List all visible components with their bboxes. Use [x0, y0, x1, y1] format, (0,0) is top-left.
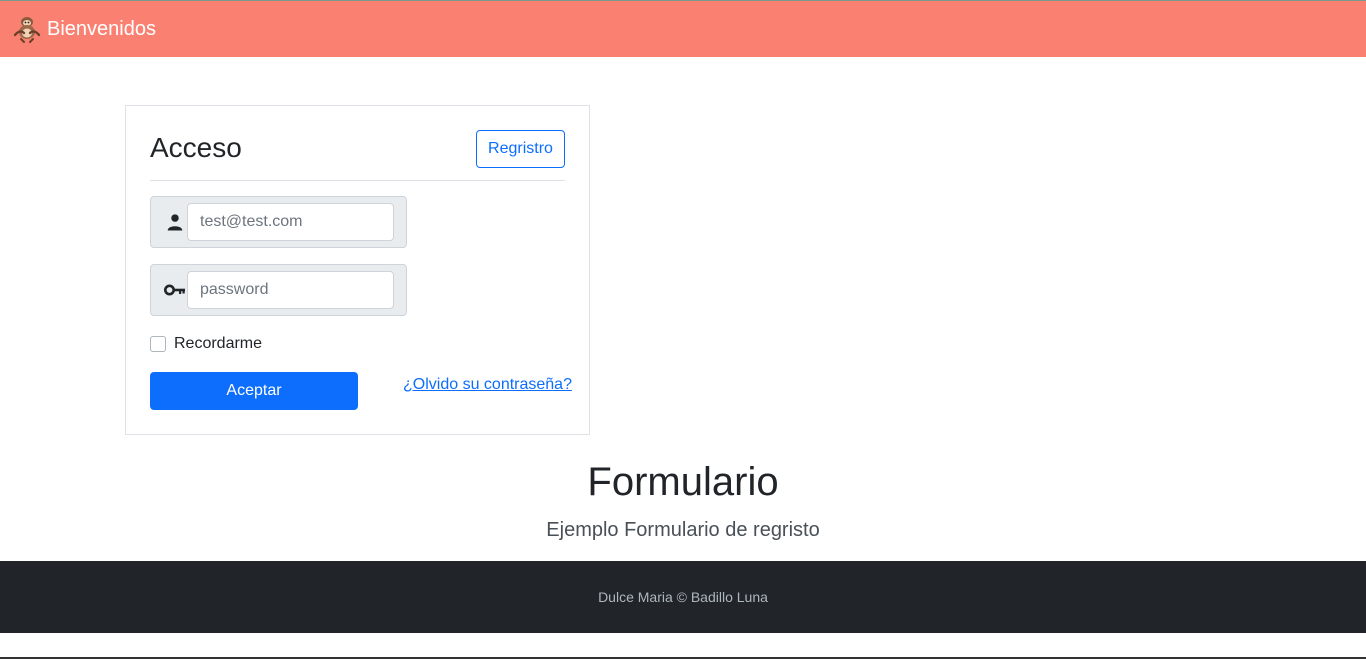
brand-label: Bienvenidos: [47, 17, 156, 40]
register-button[interactable]: Regristro: [476, 130, 565, 168]
submit-button[interactable]: Aceptar: [150, 372, 358, 410]
forgot-password-link[interactable]: ¿Olvido su contraseña?: [403, 376, 572, 394]
password-input-group: [150, 264, 407, 316]
login-title: Acceso: [150, 132, 242, 163]
brand-link[interactable]: Bienvenidos: [12, 15, 156, 43]
password-field[interactable]: [187, 271, 394, 309]
email-input-group: [150, 196, 407, 248]
hero-title: Formulario: [587, 460, 779, 504]
remember-label[interactable]: Recordarme: [174, 335, 262, 353]
user-icon: [163, 211, 187, 233]
footer-text: Dulce Maria © Badillo Luna: [598, 589, 768, 605]
remember-row: Recordarme: [150, 335, 262, 353]
navbar: Bienvenidos: [0, 0, 1366, 57]
email-field[interactable]: [187, 203, 394, 241]
bottom-strip: [0, 633, 1366, 659]
hero-subtitle: Ejemplo Formulario de regristo: [546, 519, 820, 541]
footer: Dulce Maria © Badillo Luna: [0, 561, 1366, 633]
card-divider: [150, 180, 565, 181]
login-card: Acceso Regristro Recordarme Aceptar ¿Olv…: [125, 105, 590, 435]
key-icon: [163, 279, 187, 301]
remember-checkbox[interactable]: [150, 336, 166, 352]
sloth-logo-icon: [13, 17, 41, 43]
